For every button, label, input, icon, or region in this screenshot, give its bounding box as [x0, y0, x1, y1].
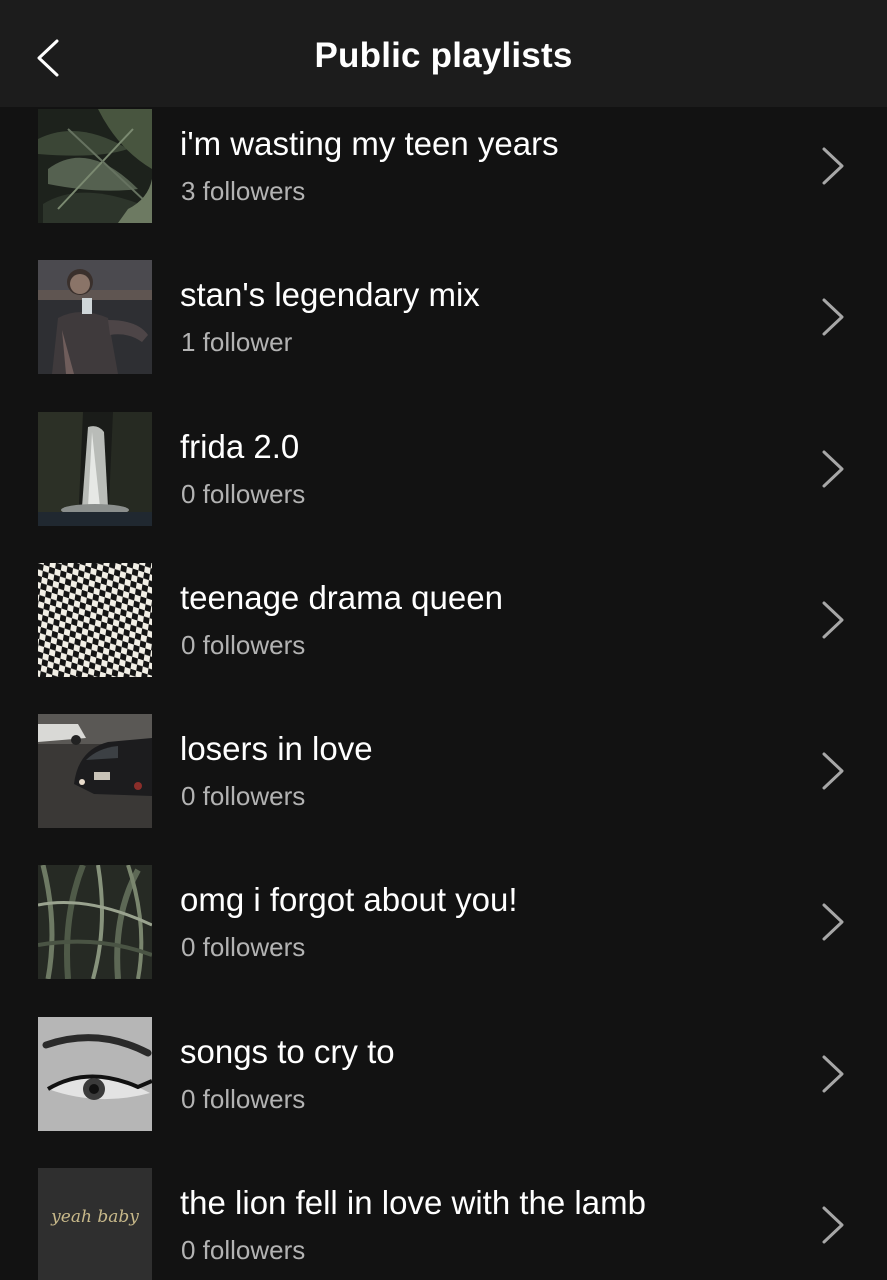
chevron-right-icon [822, 1206, 844, 1244]
playlist-row[interactable]: teenage drama queen 0 followers [0, 563, 887, 677]
chevron-right-icon [822, 903, 844, 941]
chevron-right-icon [822, 601, 844, 639]
playlist-followers: 0 followers [181, 932, 306, 962]
playlist-title: songs to cry to [180, 1033, 395, 1070]
playlist-cover-tropical-leaves [38, 109, 152, 223]
playlist-row[interactable]: i'm wasting my teen years 3 followers [0, 109, 887, 223]
playlist-followers: 3 followers [181, 176, 306, 206]
playlist-title: losers in love [180, 730, 373, 767]
chevron-right-icon [822, 450, 844, 488]
playlist-row[interactable]: songs to cry to 0 followers [0, 1017, 887, 1131]
playlist-followers: 0 followers [181, 1084, 306, 1114]
playlist-row[interactable]: yeah baby the lion fell in love with the… [0, 1168, 887, 1280]
svg-text:yeah baby: yeah baby [50, 1207, 139, 1227]
playlist-cover-checkerboard [38, 563, 152, 677]
chevron-right-icon [822, 298, 844, 336]
chevron-right-icon [822, 752, 844, 790]
playlist-followers: 0 followers [181, 630, 306, 660]
top-bar: Public playlists [0, 0, 887, 107]
playlist-row[interactable]: omg i forgot about you! 0 followers [0, 865, 887, 979]
playlist-cover-yeah-baby-text: yeah baby [38, 1168, 152, 1280]
playlist-title: the lion fell in love with the lamb [180, 1184, 646, 1221]
page-title: Public playlists [314, 36, 573, 75]
playlist-cover-person-with-cup [38, 260, 152, 374]
playlist-followers: 0 followers [181, 479, 306, 509]
playlist-followers: 0 followers [181, 1235, 306, 1265]
playlist-row[interactable]: losers in love 0 followers [0, 714, 887, 828]
playlist-cover-vintage-car [38, 714, 152, 828]
playlist-title: i'm wasting my teen years [180, 125, 559, 162]
playlist-title: teenage drama queen [180, 579, 503, 616]
playlist-cover-eye-makeup [38, 1017, 152, 1131]
playlist-cover-waterfall [38, 412, 152, 526]
chevron-right-icon [822, 1055, 844, 1093]
chevron-right-icon [822, 147, 844, 185]
playlist-followers: 1 follower [181, 327, 293, 357]
public-playlists-screen: i'm wasting my teen years 3 followers st… [0, 0, 887, 1280]
playlist-title: stan's legendary mix [180, 276, 480, 313]
playlist-cover-tall-grass [38, 865, 152, 979]
playlist-row[interactable]: frida 2.0 0 followers [0, 412, 887, 526]
playlist-title: omg i forgot about you! [180, 881, 518, 918]
playlist-followers: 0 followers [181, 781, 306, 811]
playlist-title: frida 2.0 [180, 428, 300, 465]
playlist-row[interactable]: stan's legendary mix 1 follower [0, 260, 887, 374]
